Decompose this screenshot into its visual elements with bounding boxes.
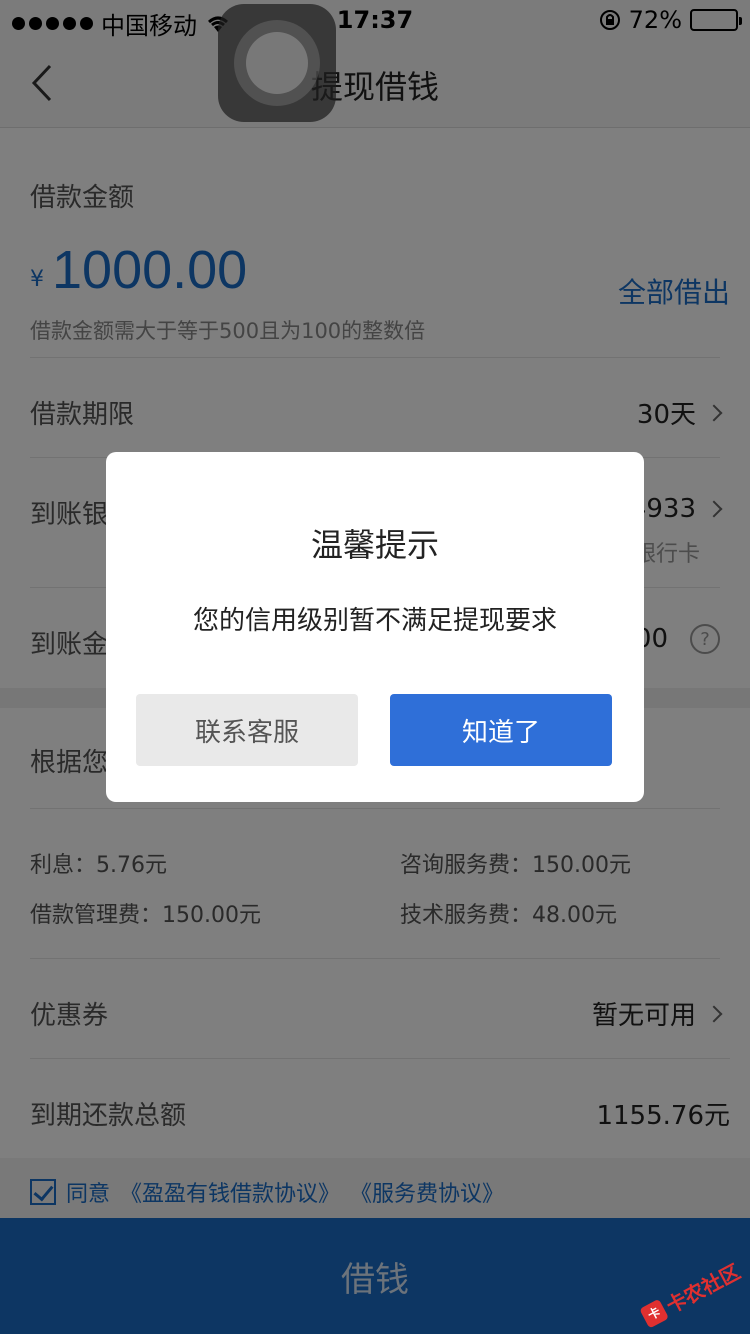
dialog-message: 您的信用级别暂不满足提现要求 bbox=[192, 606, 557, 636]
alert-dialog: 温馨提示 您的信用级别暂不满足提现要求 联系客服 知道了 bbox=[106, 452, 644, 802]
ok-button[interactable]: 知道了 bbox=[390, 694, 612, 766]
dialog-title: 温馨提示 bbox=[310, 526, 439, 564]
contact-service-button[interactable]: 联系客服 bbox=[136, 694, 358, 766]
